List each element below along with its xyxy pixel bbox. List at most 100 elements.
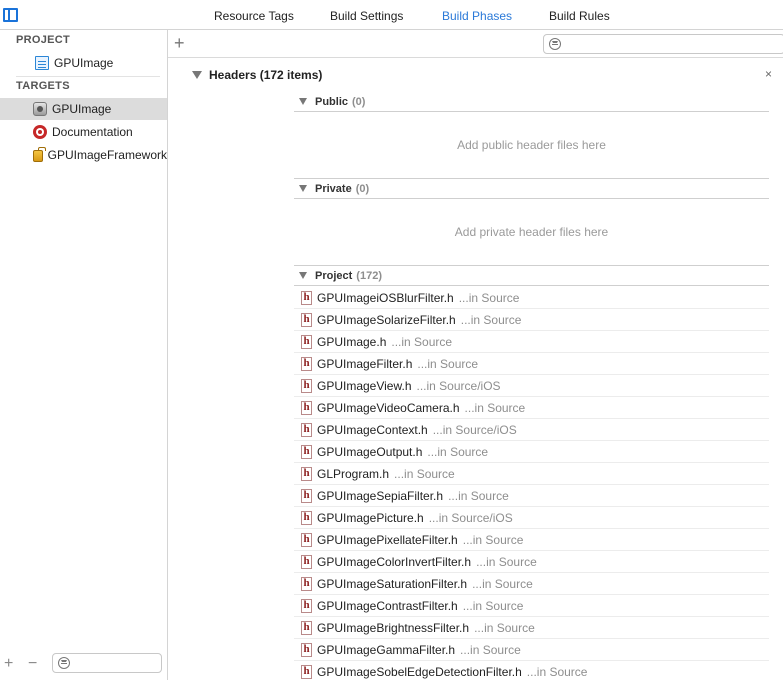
file-path: ...in Source	[448, 488, 509, 503]
sidebar-bottom-bar: + −	[0, 650, 167, 680]
tab-resource-tags[interactable]: Resource Tags	[214, 9, 294, 23]
file-row[interactable]: h GPUImageBrightnessFilter.h ...in Source	[294, 617, 769, 639]
file-name: GPUImageSobelEdgeDetectionFilter.h	[317, 664, 522, 679]
file-name: GPUImageOutput.h	[317, 444, 423, 459]
sidebar-item-project-gpuimage[interactable]: GPUImage	[0, 52, 167, 74]
public-group-header[interactable]: Public (0)	[294, 92, 769, 112]
sidebar-item-target-documentation[interactable]: Documentation	[0, 121, 167, 143]
tab-build-settings[interactable]: Build Settings	[330, 9, 403, 23]
headers-phase-header[interactable]: Headers (172 items)	[192, 68, 322, 82]
file-name: GPUImagePixellateFilter.h	[317, 532, 458, 547]
framework-toolbox-icon	[33, 147, 46, 162]
file-name: GPUImageGammaFilter.h	[317, 642, 456, 657]
file-path: ...in Source	[462, 598, 524, 613]
app-target-icon	[33, 102, 47, 116]
file-row[interactable]: h GPUImageView.h ...in Source/iOS	[294, 375, 769, 397]
file-path: ...in Source	[462, 532, 524, 547]
header-file-icon: h	[301, 466, 312, 481]
file-name: GPUImageView.h	[317, 378, 412, 393]
add-build-phase-button[interactable]: +	[174, 33, 185, 54]
private-placeholder-text: Add private header files here	[454, 225, 609, 239]
file-name: GPUImageContrastFilter.h	[317, 598, 458, 613]
top-tab-bar: Resource Tags Build Settings Build Phase…	[0, 0, 783, 30]
file-path: ...in Source/iOS	[432, 422, 517, 437]
file-row[interactable]: h GPUImagePicture.h ...in Source/iOS	[294, 507, 769, 529]
sidebar-item-label: GPUImage	[52, 102, 112, 116]
header-file-icon: h	[301, 312, 312, 327]
file-path: ...in Source	[458, 290, 520, 305]
file-path: ...in Source	[472, 576, 533, 591]
phase-title: Headers (172 items)	[209, 68, 323, 82]
project-file-icon	[35, 56, 49, 70]
header-file-icon: h	[301, 620, 312, 635]
file-name: GPUImageSepiaFilter.h	[317, 488, 444, 503]
file-name: GPUImageSolarizeFilter.h	[317, 312, 456, 327]
header-file-icon: h	[301, 642, 312, 657]
file-path: ...in Source	[460, 642, 521, 657]
project-header-file-list: h GPUImageiOSBlurFilter.h ...in Source h GPU…	[294, 287, 769, 680]
sidebar-item-label: GPUImageFramework	[47, 148, 167, 162]
disclosure-triangle-icon	[299, 272, 307, 279]
header-file-icon: h	[301, 510, 312, 525]
group-label: Project	[315, 269, 353, 282]
header-file-icon: h	[301, 444, 312, 459]
header-file-icon: h	[301, 554, 312, 569]
add-target-button[interactable]: +	[4, 655, 13, 673]
tab-build-rules[interactable]: Build Rules	[549, 9, 610, 23]
file-row[interactable]: h GPUImageSepiaFilter.h ...in Source	[294, 485, 769, 507]
file-name: GPUImageContext.h	[317, 422, 428, 437]
disclosure-triangle-icon	[192, 71, 202, 79]
file-name: GPUImagePicture.h	[317, 510, 424, 525]
file-row[interactable]: h GPUImageContext.h ...in Source/iOS	[294, 419, 769, 441]
file-path: ...in Source	[391, 334, 453, 349]
group-label: Private	[315, 182, 352, 195]
private-drop-area[interactable]: Add private header files here	[294, 199, 769, 266]
public-drop-area[interactable]: Add public header files here	[294, 112, 769, 179]
sidebar-item-target-gpuimage[interactable]: GPUImage	[0, 98, 167, 120]
file-name: GPUImageBrightnessFilter.h	[317, 620, 470, 635]
file-name: GPUImage.h	[317, 334, 387, 349]
bullseye-target-icon	[33, 125, 47, 139]
header-file-icon: h	[301, 664, 312, 679]
file-row[interactable]: h GPUImagePixellateFilter.h ...in Source	[294, 529, 769, 551]
build-phases-filter-input[interactable]	[543, 34, 783, 54]
project-group-header[interactable]: Project (172)	[294, 266, 769, 286]
tab-build-phases[interactable]: Build Phases	[442, 9, 512, 23]
file-row[interactable]: h GPUImageGammaFilter.h ...in Source	[294, 639, 769, 661]
group-count: (0)	[355, 182, 370, 195]
file-row[interactable]: h GPUImageSaturationFilter.h ...in Source	[294, 573, 769, 595]
remove-target-button[interactable]: −	[28, 655, 37, 673]
file-name: GLProgram.h	[317, 466, 390, 481]
disclosure-triangle-icon	[299, 98, 307, 105]
remove-phase-close-icon[interactable]: ×	[765, 67, 772, 81]
project-section-header: PROJECT	[16, 34, 71, 46]
header-file-icon: h	[301, 334, 312, 349]
file-path: ...in Source	[460, 312, 522, 327]
file-row[interactable]: h GPUImageiOSBlurFilter.h ...in Source	[294, 287, 769, 309]
file-row[interactable]: h GPUImageOutput.h ...in Source	[294, 441, 769, 463]
build-phases-toolbar: +	[168, 30, 783, 58]
file-row[interactable]: h GPUImageColorInvertFilter.h ...in Source	[294, 551, 769, 573]
file-row[interactable]: h GPUImageVideoCamera.h ...in Source	[294, 397, 769, 419]
build-phases-editor: + Headers (172 items) × Public (0) Add p…	[168, 30, 783, 680]
file-path: ...in Source	[464, 400, 526, 415]
sidebar-divider	[16, 76, 160, 77]
file-row[interactable]: h GPUImage.h ...in Source	[294, 331, 769, 353]
sidebar-filter-input[interactable]	[52, 653, 162, 673]
file-row[interactable]: h GPUImageFilter.h ...in Source	[294, 353, 769, 375]
sidebar-item-label: Documentation	[52, 125, 133, 139]
file-name: GPUImageFilter.h	[317, 356, 413, 371]
file-row[interactable]: h GLProgram.h ...in Source	[294, 463, 769, 485]
filter-icon	[549, 38, 561, 50]
header-file-icon: h	[301, 532, 312, 547]
private-group-header[interactable]: Private (0)	[294, 179, 769, 199]
sidebar-item-target-gpuimageframework[interactable]: GPUImageFramework	[0, 144, 167, 166]
file-name: GPUImageiOSBlurFilter.h	[317, 290, 454, 305]
file-row[interactable]: h GPUImageSolarizeFilter.h ...in Source	[294, 309, 769, 331]
file-row[interactable]: h GPUImageContrastFilter.h ...in Source	[294, 595, 769, 617]
file-row[interactable]: h GPUImageSobelEdgeDetectionFilter.h ...in…	[294, 661, 769, 680]
header-file-icon: h	[301, 378, 312, 393]
sidebar-item-label: GPUImage	[54, 56, 114, 70]
group-count: (0)	[352, 95, 366, 108]
file-name: GPUImageVideoCamera.h	[317, 400, 460, 415]
